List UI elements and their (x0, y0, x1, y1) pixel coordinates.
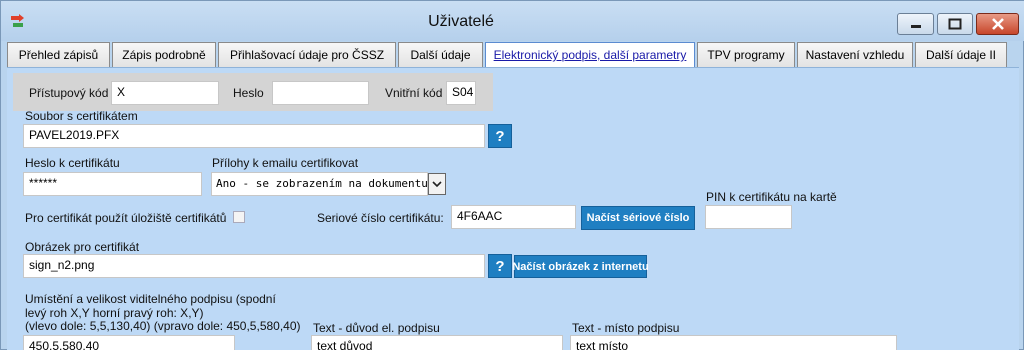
tab-elektronicky-podpis[interactable]: Elektronický podpis, další parametry (485, 42, 695, 67)
minimize-icon (910, 25, 921, 28)
access-code-input[interactable]: X (111, 81, 219, 105)
load-serial-button[interactable]: Načíst sériové číslo (581, 206, 695, 230)
certificate-password-label: Heslo k certifikátu (25, 156, 120, 170)
signature-reason-label: Text - důvod el. podpisu (313, 321, 440, 335)
access-code-label: Přístupový kód (29, 86, 109, 100)
users-window: Uživatelé Přehled zápisů Zápis podrobně … (0, 0, 1024, 350)
certificate-image-input[interactable]: sign_n2.png (23, 254, 485, 278)
tab-prihlasovaci-udaje[interactable]: Přihlašovací údaje pro ČSSZ (218, 42, 396, 67)
use-store-checkbox[interactable] (233, 211, 245, 223)
signature-reason-input[interactable]: text důvod (311, 335, 563, 350)
tab-dalsi-udaje-2[interactable]: Další údaje II (915, 42, 1007, 67)
serial-number-input[interactable]: 4F6AAC (451, 205, 576, 229)
certificate-password-input[interactable]: ****** (23, 172, 202, 196)
close-button[interactable] (976, 13, 1019, 35)
attach-certify-label: Přílohy k emailu certifikovat (212, 156, 359, 170)
pin-input[interactable] (705, 205, 792, 229)
maximize-icon (948, 18, 962, 30)
tab-tpv-programy[interactable]: TPV programy (697, 42, 795, 67)
certificate-file-help-button[interactable]: ? (488, 124, 512, 148)
internal-code-input[interactable]: S04 (446, 81, 476, 105)
signature-location-label: Text - místo podpisu (572, 321, 680, 335)
certificate-image-help-button[interactable]: ? (488, 254, 512, 278)
certificate-file-label: Soubor s certifikátem (25, 109, 138, 123)
password-label: Heslo (233, 86, 264, 100)
tab-nastaveni-vzhledu[interactable]: Nastavení vzhledu (797, 42, 913, 67)
signature-position-label-line3: (vlevo dole: 5,5,130,40) (vpravo dole: 4… (25, 319, 301, 333)
attach-certify-select[interactable]: Ano - se zobrazením na dokumentu (211, 172, 428, 196)
certificate-file-input[interactable]: PAVEL2019.PFX (23, 124, 485, 148)
maximize-button[interactable] (937, 13, 973, 35)
internal-code-label: Vnitřní kód (385, 86, 443, 100)
certificate-image-label: Obrázek pro certifikát (25, 240, 140, 254)
close-icon (991, 18, 1004, 30)
attach-certify-dropdown-button[interactable] (428, 173, 446, 195)
minimize-button[interactable] (897, 13, 934, 35)
chevron-down-icon (432, 181, 442, 188)
use-store-label: Pro certifikát použít úložiště certifiká… (25, 211, 227, 225)
tab-zapis-podrobne[interactable]: Zápis podrobně (112, 42, 216, 67)
signature-position-input[interactable]: 450,5,580,40 (23, 335, 235, 350)
load-image-button[interactable]: Načíst obrázek z internetu (512, 255, 649, 278)
tab-dalsi-udaje[interactable]: Další údaje (398, 42, 483, 67)
signature-position-label-line2: levý roh X,Y horní pravý roh: X,Y) (25, 306, 204, 320)
tab-prehled-zapisu[interactable]: Přehled zápisů (7, 42, 110, 67)
signature-position-label-line1: Umístění a velikost viditelného podpisu … (25, 292, 276, 306)
tab-bar: Přehled zápisů Zápis podrobně Přihlašova… (7, 42, 1009, 67)
pin-label: PIN k certifikátu na kartě (706, 190, 837, 204)
serial-number-label: Seriové číslo certifikátu: (317, 211, 444, 225)
window-title: Uživatelé (428, 13, 494, 30)
title-bar: Uživatelé (1, 1, 1024, 41)
signature-location-input[interactable]: text místo (570, 335, 897, 350)
password-input[interactable] (272, 81, 369, 105)
